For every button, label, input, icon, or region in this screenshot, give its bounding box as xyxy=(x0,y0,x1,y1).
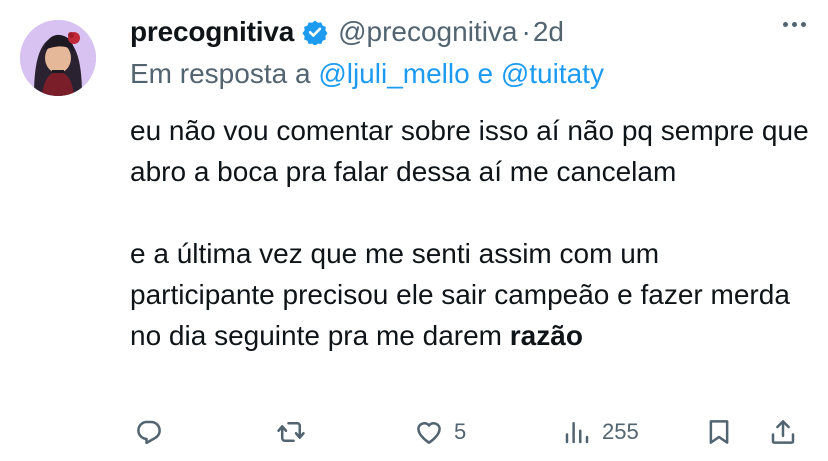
reply-icon xyxy=(137,420,161,445)
views-icon xyxy=(565,422,589,444)
display-name[interactable]: precognitiva xyxy=(130,16,294,48)
tweet-paragraph: eu não vou comentar sobre isso aí não pq… xyxy=(130,115,809,187)
like-button[interactable]: 5 xyxy=(414,412,466,452)
action-bar: 5 255 xyxy=(130,412,810,452)
share-icon xyxy=(771,420,795,444)
mention-link[interactable]: @ljuli_mello xyxy=(318,58,469,89)
bookmark-icon xyxy=(709,420,729,444)
retweet-icon xyxy=(277,422,305,442)
tweet-header: precognitiva @precognitiva · 2d xyxy=(130,14,564,50)
mention-joiner[interactable]: e xyxy=(477,58,493,89)
heart-icon xyxy=(417,422,441,444)
bookmark-button[interactable] xyxy=(704,412,734,452)
timestamp[interactable]: 2d xyxy=(533,16,564,48)
separator-dot: · xyxy=(521,16,531,47)
share-button[interactable] xyxy=(768,412,798,452)
views-button[interactable]: 255 xyxy=(562,412,639,452)
reply-context: Em resposta a @ljuli_mello e @tuitaty xyxy=(130,58,604,90)
tweet-paragraph: e a última vez que me senti assim com um… xyxy=(130,233,810,356)
avatar-illustration xyxy=(20,20,96,96)
tweet-paragraph-text: e a última vez que me senti assim com um… xyxy=(130,238,790,351)
bold-word: razão xyxy=(509,320,583,351)
mention-link[interactable]: @tuitaty xyxy=(501,58,604,89)
user-handle[interactable]: @precognitiva xyxy=(338,16,517,48)
retweet-button[interactable] xyxy=(276,412,306,452)
more-options-icon[interactable] xyxy=(783,22,806,27)
like-count: 5 xyxy=(454,419,467,444)
tweet-text: eu não vou comentar sobre isso aí não pq… xyxy=(130,110,810,356)
verified-badge-icon xyxy=(302,19,328,45)
reply-button[interactable] xyxy=(134,412,164,452)
tweet: precognitiva @precognitiva · 2d Em respo… xyxy=(0,0,828,461)
avatar[interactable] xyxy=(20,20,96,96)
views-count: 255 xyxy=(602,419,639,444)
reply-prefix: Em resposta a xyxy=(130,58,311,89)
